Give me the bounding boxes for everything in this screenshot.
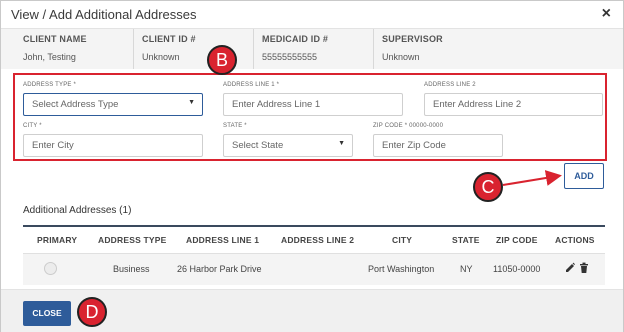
address-line-2-placeholder: Enter Address Line 2 [433, 99, 522, 110]
client-id-value: Unknown [142, 52, 180, 62]
address-modal: View / Add Additional Addresses × CLIENT… [0, 0, 624, 332]
column-header-city: CITY [392, 235, 413, 245]
address-line-2-input[interactable]: Enter Address Line 2 [424, 93, 603, 116]
state-value: Select State [232, 140, 284, 151]
add-button[interactable]: ADD [564, 163, 604, 189]
additional-addresses-title: Additional Addresses (1) [23, 205, 132, 216]
column-header-address-line-2: ADDRESS LINE 2 [281, 235, 355, 245]
city-label: CITY * [23, 123, 42, 129]
supervisor-value: Unknown [382, 52, 420, 62]
client-name-label: CLIENT NAME [23, 34, 87, 44]
city-input[interactable]: Enter City [23, 134, 203, 157]
supervisor-section: SUPERVISOR Unknown [373, 29, 623, 69]
column-header-zip-code: ZIP CODE [496, 235, 538, 245]
address-type-label: ADDRESS TYPE * [23, 82, 77, 88]
cell-city: Port Washington [368, 264, 435, 274]
address-line-2-label: ADDRESS LINE 2 [424, 82, 476, 88]
zip-input[interactable]: Enter Zip Code [373, 134, 503, 157]
modal-title-bar: View / Add Additional Addresses × [1, 1, 623, 29]
column-header-address-type: ADDRESS TYPE [98, 235, 167, 245]
address-type-select[interactable]: Select Address Type ▼ [23, 93, 203, 116]
medicaid-id-value: 55555555555 [262, 52, 318, 62]
client-id-label: CLIENT ID # [142, 34, 196, 44]
client-name-value: John, Testing [23, 52, 76, 62]
marker-c: C [473, 172, 503, 202]
caret-down-icon: ▼ [338, 140, 345, 147]
client-name-section: CLIENT NAME John, Testing [1, 29, 133, 69]
trash-icon[interactable] [579, 262, 589, 274]
medicaid-id-section: MEDICAID ID # 55555555555 [253, 29, 373, 69]
close-button[interactable]: CLOSE [23, 301, 71, 326]
column-header-address-line-1: ADDRESS LINE 1 [186, 235, 260, 245]
primary-radio[interactable] [44, 262, 57, 275]
medicaid-id-label: MEDICAID ID # [262, 34, 329, 44]
cell-zip-code: 11050-0000 [493, 264, 541, 274]
pencil-icon[interactable] [565, 262, 575, 274]
address-line-1-label: ADDRESS LINE 1 * [223, 82, 280, 88]
caret-down-icon: ▼ [188, 99, 195, 106]
column-header-state: STATE [452, 235, 480, 245]
cell-address-line-1: 26 Harbor Park Drive [177, 264, 262, 274]
cell-address-type: Business [113, 264, 150, 274]
marker-d: D [77, 297, 107, 327]
address-line-1-input[interactable]: Enter Address Line 1 [223, 93, 403, 116]
cell-state: NY [460, 264, 473, 274]
state-label: STATE * [223, 123, 247, 129]
address-table-header: PRIMARY ADDRESS TYPE ADDRESS LINE 1 ADDR… [23, 227, 605, 253]
address-form: ADDRESS TYPE * Select Address Type ▼ ADD… [13, 73, 607, 161]
modal-title: View / Add Additional Addresses [11, 7, 197, 22]
column-header-actions: ACTIONS [555, 235, 595, 245]
zip-label: ZIP CODE * 00000-0000 [373, 123, 444, 129]
column-header-primary: PRIMARY [37, 235, 78, 245]
address-type-value: Select Address Type [32, 99, 119, 110]
state-select[interactable]: Select State ▼ [223, 134, 353, 157]
address-line-1-placeholder: Enter Address Line 1 [232, 99, 321, 110]
supervisor-label: SUPERVISOR [382, 34, 443, 44]
close-icon[interactable]: × [602, 5, 611, 23]
marker-b: B [207, 45, 237, 75]
client-info-bar: CLIENT NAME John, Testing CLIENT ID # Un… [1, 29, 623, 69]
table-row: Business 26 Harbor Park Drive Port Washi… [23, 253, 605, 285]
zip-placeholder: Enter Zip Code [382, 140, 446, 151]
city-placeholder: Enter City [32, 140, 74, 151]
